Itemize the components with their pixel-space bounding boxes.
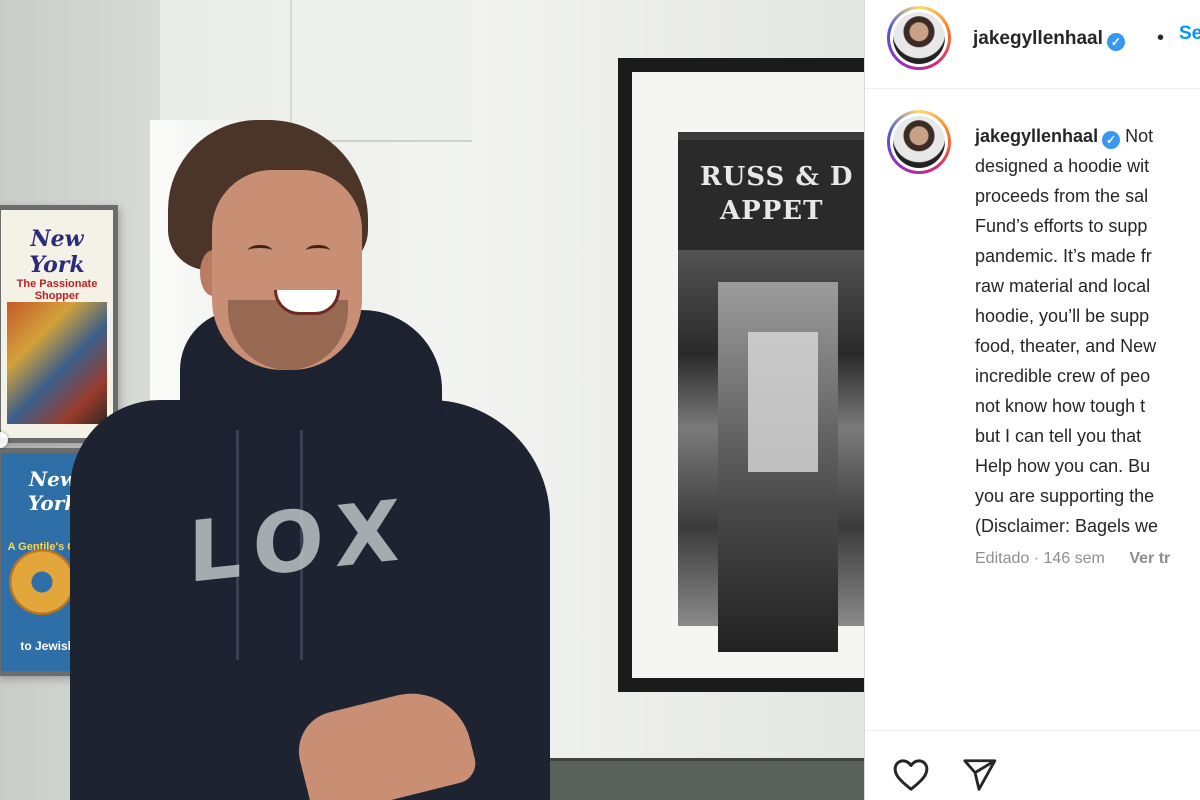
author-username-link[interactable]: jakegyllenhaal ✓: [973, 28, 1125, 51]
storefront-sign: RUSS & D APPET: [678, 140, 864, 250]
caption-line: not know how tough t: [975, 396, 1146, 416]
send-icon: [963, 759, 997, 791]
verified-badge-icon: ✓: [1102, 131, 1121, 149]
caption-line: incredible crew of peo: [975, 366, 1151, 386]
like-button[interactable]: [891, 755, 931, 795]
caption-line: raw material and local: [975, 276, 1151, 296]
caption-line: but I can tell you that: [975, 426, 1142, 446]
eye-left: [248, 245, 272, 256]
frame-mat: RUSS & D APPET: [632, 72, 864, 678]
heart-icon: [893, 759, 929, 791]
sign-line-2: APPET: [720, 196, 824, 226]
caption-line: (Disclaimer: Bagels we: [975, 516, 1159, 536]
post-actions: [865, 730, 1200, 800]
caption-line: Help how you can. Bu: [975, 456, 1151, 476]
share-button[interactable]: [959, 755, 999, 795]
caption-author-avatar[interactable]: [887, 110, 951, 174]
edited-label: Editado: [975, 550, 1030, 567]
storefront-window: [748, 332, 818, 472]
framed-photograph: RUSS & D APPET: [618, 58, 864, 692]
caption-line: jakegyllenhaal ✓ Not: [975, 121, 1200, 151]
sign-line-1: RUSS & D: [700, 162, 854, 192]
post-header: jakegyllenhaal✓ • Seguir: [865, 0, 1200, 89]
author-avatar[interactable]: [887, 6, 951, 70]
caption-meta: Editado · 146 sem Ver tr: [975, 550, 1171, 567]
framed-picture: RUSS & D APPET: [678, 132, 864, 652]
verified-badge-icon: ✓: [1106, 33, 1125, 51]
caption-line: food, theater, and New: [975, 336, 1157, 356]
caption-line: you are supporting the: [975, 486, 1155, 506]
caption-line: hoodie, you’ll be supp: [975, 306, 1150, 326]
avatar-image: [893, 12, 945, 64]
caption-username[interactable]: jakegyllenhaal: [975, 126, 1098, 146]
separator-dot: •: [1157, 27, 1165, 49]
caption-line: designed a hoodie wit: [975, 156, 1150, 176]
caption-text: Not: [1125, 126, 1154, 146]
post-caption: jakegyllenhaal ✓ Not designed a hoodie wi…: [975, 121, 1200, 541]
post-photo[interactable]: New York The Passionate Shopper New York…: [0, 0, 864, 800]
post-side-panel: jakegyllenhaal✓ • Seguir jakegyllenhaal✓…: [864, 0, 1200, 800]
author-username: jakegyllenhaal: [973, 28, 1103, 49]
caption-line: proceeds from the sal: [975, 186, 1149, 206]
caption-line: Fund’s efforts to supp: [975, 216, 1148, 236]
post-age[interactable]: 146 sem: [1044, 550, 1105, 567]
follow-button[interactable]: Seguir: [1179, 23, 1200, 45]
caption-line: pandemic. It’s made fr: [975, 246, 1152, 266]
see-translation-link[interactable]: Ver tr: [1129, 550, 1170, 567]
person: LOX: [0, 0, 600, 800]
eye-right: [306, 245, 330, 256]
avatar-image: [893, 116, 945, 168]
